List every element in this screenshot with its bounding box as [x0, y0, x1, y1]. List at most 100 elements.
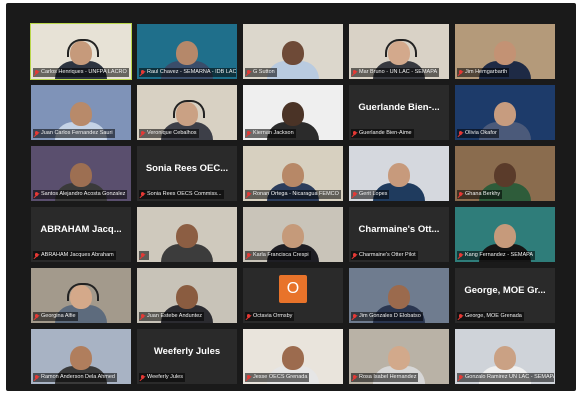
mic-muted-icon	[246, 374, 251, 381]
participant-tile[interactable]: George, MOE Gr... George, MOE Grenada	[455, 268, 555, 323]
participant-name-label: Carlos Henriques - UNFPA LACRO	[33, 68, 129, 77]
participant-name: Juan Carlos Fernandez Sauri	[41, 130, 113, 136]
participant-name: Jim Gonzales D Elobatso	[359, 313, 421, 319]
participant-name: Ghana Berkhy	[465, 191, 501, 197]
mic-muted-icon	[140, 130, 145, 137]
participant-name-label: Jim Gonzales D Elobatso	[351, 312, 423, 321]
mic-muted-icon	[246, 130, 251, 137]
participant-name: ABRAHAM Jacques Abraham	[41, 252, 114, 258]
participant-display-name: Weeferly Jules	[153, 346, 221, 357]
mic-muted-icon	[140, 69, 145, 76]
participant-name-label: Santos Alejandro Acosta Gonzalez	[33, 190, 128, 199]
participant-name: George, MOE Grenada	[465, 313, 522, 319]
participant-tile[interactable]: Jim Gonzales D Elobatso	[349, 268, 449, 323]
participant-tile[interactable]: Kiernan Jackson	[243, 85, 343, 140]
participant-name: Ramon Anderson Dela Ahmed	[41, 374, 115, 380]
participant-name: Jim Hemgarbarth	[465, 69, 508, 75]
participant-tile[interactable]: G Sutton	[243, 24, 343, 79]
participant-tile[interactable]: Guerlande Bien-... Guerlande Bien-Aime	[349, 85, 449, 140]
participant-head	[70, 101, 92, 126]
participant-head	[388, 284, 410, 309]
participant-tile[interactable]: Gonzalo Ramirez UN LAC - SEMAPA	[455, 329, 555, 384]
mic-muted-icon	[140, 313, 145, 320]
participant-tile[interactable]: Ramon Anderson Dela Ahmed	[31, 329, 131, 384]
participant-name: Carlos Henriques - UNFPA LACRO	[41, 69, 127, 75]
participant-display-name: Guerlande Bien-...	[358, 102, 440, 113]
participant-name-label	[139, 251, 149, 260]
participant-name: Olivia Okafor	[465, 130, 497, 136]
mic-muted-icon	[458, 313, 463, 320]
mic-muted-icon	[352, 313, 357, 320]
participant-tile[interactable]: ABRAHAM Jacq... ABRAHAM Jacques Abraham	[31, 207, 131, 262]
participant-name-label: Olivia Okafor	[457, 129, 499, 138]
participant-name-label: Weeferly Jules	[139, 373, 185, 382]
participant-tile[interactable]: Carlos Henriques - UNFPA LACRO	[30, 23, 132, 80]
mic-muted-icon	[246, 252, 251, 259]
participant-head	[494, 40, 516, 65]
participant-tile[interactable]: Weeferly Jules Weeferly Jules	[137, 329, 237, 384]
mic-muted-icon	[246, 191, 251, 198]
participant-name-label: Veronique Cebalhos	[139, 129, 199, 138]
headset-icon	[67, 38, 99, 57]
participant-tile[interactable]: Ronan Ortega - Nicaragua FEMCO	[243, 146, 343, 201]
participant-tile[interactable]: Ghana Berkhy	[455, 146, 555, 201]
participant-tile[interactable]: Veronique Cebalhos	[137, 85, 237, 140]
participant-tile[interactable]: Charmaine's Ott... Charmaine's Otter Pilo…	[349, 207, 449, 262]
participant-name: G Sutton	[253, 69, 275, 75]
participant-name-label: George, MOE Grenada	[457, 312, 524, 321]
mic-muted-icon	[458, 374, 463, 381]
mic-muted-icon	[458, 252, 463, 259]
mic-muted-icon	[458, 191, 463, 198]
mic-muted-icon	[458, 69, 463, 76]
mic-muted-icon	[140, 191, 145, 198]
mic-muted-icon	[140, 374, 145, 381]
participant-name: Juan Estebe Anduntez	[147, 313, 203, 319]
participant-name-label: Rosa Isabel Hernandez	[351, 373, 419, 382]
participant-name: Gerit Lopes	[359, 191, 388, 197]
participant-head	[176, 40, 198, 65]
participant-name: Gonzalo Ramirez UN LAC - SEMAPA	[465, 374, 554, 380]
participant-name-label: Ronan Ortega - Nicaragua FEMCO	[245, 190, 341, 199]
mic-muted-icon	[352, 191, 357, 198]
participant-tile[interactable]: Sonia Rees OEC... Sonia Rees OECS Commiss…	[137, 146, 237, 201]
participant-head	[282, 101, 304, 126]
participant-name: Guerlande Bien-Aime	[359, 130, 412, 136]
participant-name-label: Octavia Ormsby	[245, 312, 295, 321]
participant-tile[interactable]: Karla Francisca Crespi	[243, 207, 343, 262]
participant-head	[282, 223, 304, 248]
participant-tile[interactable]: Georgina Alfie	[31, 268, 131, 323]
participant-head	[494, 101, 516, 126]
participant-tile[interactable]: Santos Alejandro Acosta Gonzalez	[31, 146, 131, 201]
mic-muted-icon	[140, 252, 145, 259]
participant-name-label: Juan Estebe Anduntez	[139, 312, 205, 321]
participant-name-label: Kang Fernandez - SEMAPA	[457, 251, 536, 260]
participant-name: Karla Francisca Crespi	[253, 252, 309, 258]
mic-muted-icon	[34, 374, 39, 381]
participant-head	[388, 162, 410, 187]
participant-tile[interactable]: Jesse OECS Grenada	[243, 329, 343, 384]
participant-tile[interactable]: Juan Carlos Fernandez Sauri	[31, 85, 131, 140]
participant-name-label: Karla Francisca Crespi	[245, 251, 311, 260]
mic-muted-icon	[458, 130, 463, 137]
participant-tile[interactable]: Olivia Okafor	[455, 85, 555, 140]
participant-tile[interactable]: Kang Fernandez - SEMAPA	[455, 207, 555, 262]
participant-tile[interactable]: Rosa Isabel Hernandez	[349, 329, 449, 384]
participant-tile[interactable]: O Octavia Ormsby	[243, 268, 343, 323]
participant-tile[interactable]: Gerit Lopes	[349, 146, 449, 201]
participant-tile[interactable]	[137, 207, 237, 262]
mic-muted-icon	[352, 252, 357, 259]
participant-tile[interactable]: Mar Bruno - UN LAC - SEMAPA	[349, 24, 449, 79]
mic-muted-icon	[34, 313, 39, 320]
participant-tile[interactable]: Juan Estebe Anduntez	[137, 268, 237, 323]
avatar: O	[279, 275, 307, 303]
participant-display-name: Charmaine's Ott...	[358, 224, 440, 235]
participant-name-label: Sonia Rees OECS Commiss...	[139, 190, 224, 199]
participant-name: Charmaine's Otter Pilot	[359, 252, 416, 258]
participant-tile[interactable]: Raul Chavez - SEMARNA - IDB LAC	[137, 24, 237, 79]
participant-head	[388, 345, 410, 370]
participant-tile[interactable]: Jim Hemgarbarth	[455, 24, 555, 79]
participant-name: Santos Alejandro Acosta Gonzalez	[41, 191, 126, 197]
mic-muted-icon	[352, 130, 357, 137]
participant-head	[494, 162, 516, 187]
participant-head	[282, 40, 304, 65]
